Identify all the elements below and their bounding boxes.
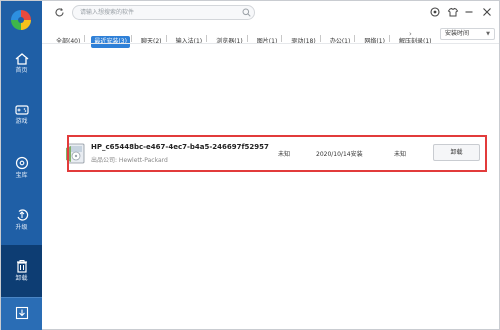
tab-compression[interactable]: 解压刻录(1) (396, 36, 435, 48)
sidebar-item-treasury[interactable]: 宝库 (1, 150, 42, 196)
sort-dropdown[interactable]: 安装时间 ▼ (440, 28, 495, 40)
sidebar: 首页 游戏 宝库 升级 卸载 (1, 1, 42, 330)
minimize-icon[interactable] (463, 6, 475, 18)
sidebar-item-upgrade[interactable]: 升级 (1, 202, 42, 248)
gamepad-icon (14, 105, 29, 115)
sidebar-item-label: 宝库 (15, 172, 28, 179)
tab-browser[interactable]: 浏览器(1) (213, 36, 246, 48)
app-window: 首页 游戏 宝库 升级 卸载 请输入想搜索的软件 全部(40) 最近安装(3) … (0, 0, 500, 330)
tab-divider (246, 35, 248, 42)
tab-chat[interactable]: 聊天(2) (138, 36, 165, 48)
download-icon (15, 306, 28, 320)
tab-network[interactable]: 网络(1) (361, 36, 388, 48)
download-manager-button[interactable] (1, 297, 42, 330)
top-bar (42, 1, 499, 25)
sidebar-item-label: 卸载 (15, 275, 28, 282)
sidebar-item-label: 升级 (15, 224, 28, 231)
close-icon[interactable] (481, 6, 493, 18)
tab-all[interactable]: 全部(40) (53, 36, 83, 48)
sidebar-item-label: 游戏 (15, 118, 28, 125)
search-input[interactable] (72, 5, 255, 20)
home-icon (15, 53, 28, 65)
tab-divider (130, 35, 132, 42)
sidebar-item-games[interactable]: 游戏 (1, 98, 42, 144)
skin-icon[interactable] (447, 6, 459, 18)
category-tabs: 全部(40) 最近安装(3) 聊天(2) 输入法(1) 浏览器(1) 图片(1)… (53, 28, 435, 48)
sort-dropdown-value: 安装时间 (445, 30, 470, 37)
search-icon[interactable] (242, 8, 251, 17)
tab-divider (206, 35, 208, 42)
tab-office[interactable]: 办公(1) (327, 36, 354, 48)
tab-divider (319, 35, 321, 42)
tabs-next-icon[interactable]: › (409, 28, 412, 40)
tab-divider (165, 35, 167, 42)
settings-icon[interactable] (429, 6, 441, 18)
sidebar-item-uninstall[interactable]: 卸载 (1, 245, 42, 297)
tab-divider (281, 35, 283, 42)
tab-divider (388, 35, 390, 42)
chevron-down-icon: ▼ (486, 31, 490, 37)
tab-recently-installed[interactable]: 最近安装(3) (91, 36, 130, 48)
sidebar-item-label: 首页 (15, 67, 28, 74)
selection-highlight (67, 135, 487, 172)
tab-drivers[interactable]: 驱动(18) (288, 36, 318, 48)
tab-divider (84, 35, 86, 42)
sidebar-item-home[interactable]: 首页 (1, 47, 42, 93)
divider (42, 43, 499, 44)
refresh-icon[interactable] (54, 7, 65, 18)
app-logo-icon (11, 10, 31, 30)
tab-divider (354, 35, 356, 42)
trash-icon (16, 260, 27, 273)
disc-icon (15, 156, 28, 170)
tab-input-method[interactable]: 输入法(1) (173, 36, 206, 48)
upgrade-icon (16, 209, 28, 221)
tab-images[interactable]: 图片(1) (254, 36, 281, 48)
